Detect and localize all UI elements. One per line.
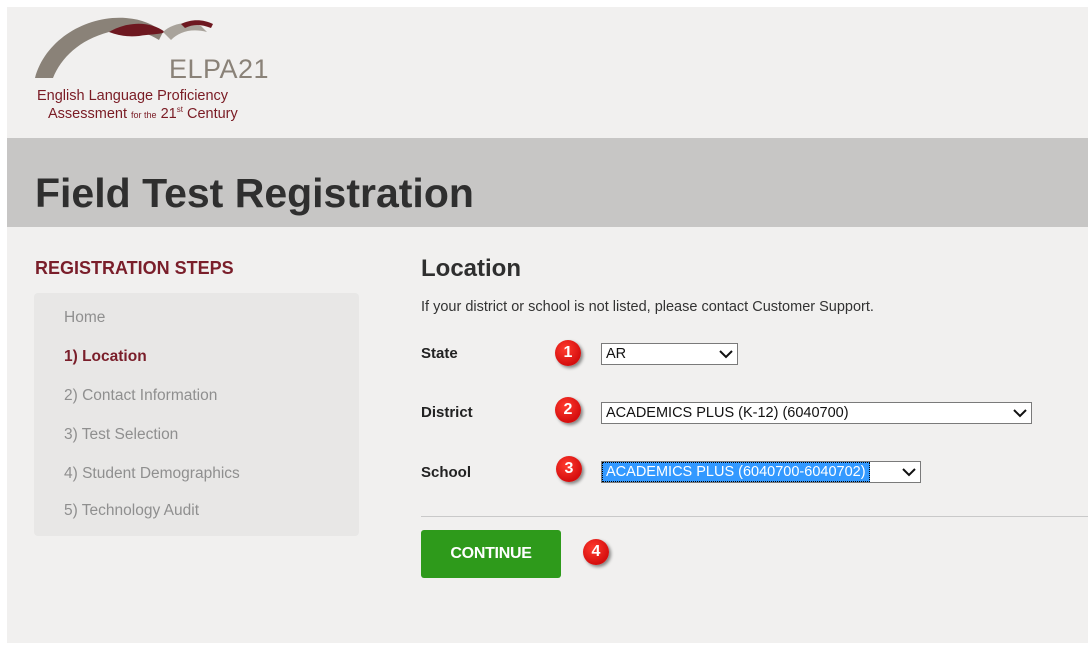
step-student-demographics[interactable]: 4) Student Demographics <box>64 465 240 483</box>
help-text: If your district or school is not listed… <box>421 299 874 315</box>
continue-button[interactable]: CONTINUE <box>421 530 561 578</box>
step-badge-2: 2 <box>555 397 581 423</box>
step-badge-3: 3 <box>556 456 582 482</box>
logo-tagline-line2: Assessment for the 21st Century <box>48 105 238 122</box>
district-select[interactable]: ACADEMICS PLUS (K-12) (6040700) <box>601 402 1032 424</box>
section-heading: Location <box>421 255 521 282</box>
registration-steps-heading: REGISTRATION STEPS <box>35 258 234 278</box>
district-label: District <box>421 404 473 421</box>
state-select[interactable]: AR <box>601 343 738 365</box>
school-select[interactable]: ACADEMICS PLUS (6040700-6040702) <box>601 461 921 483</box>
page-header: Field Test Registration <box>7 138 1088 227</box>
step-location[interactable]: 1) Location <box>64 348 147 366</box>
elpa21-logo: ELPA21 English Language Proficiency Asse… <box>31 10 291 128</box>
step-badge-4: 4 <box>583 539 609 565</box>
step-badge-1: 1 <box>555 340 581 366</box>
chevron-down-icon <box>902 468 916 477</box>
state-label: State <box>421 345 458 362</box>
logo-tagline-line1: English Language Proficiency <box>37 88 229 104</box>
district-select-value: ACADEMICS PLUS (K-12) (6040700) <box>606 405 849 421</box>
chevron-down-icon <box>1013 409 1027 418</box>
school-select-value: ACADEMICS PLUS (6040700-6040702) <box>602 462 870 482</box>
chevron-down-icon <box>719 350 733 359</box>
step-technology-audit[interactable]: 5) Technology Audit <box>64 502 199 520</box>
registration-steps-nav: Home 1) Location 2) Contact Information … <box>34 293 359 536</box>
step-test-selection[interactable]: 3) Test Selection <box>64 426 178 444</box>
page-title: Field Test Registration <box>35 170 474 216</box>
school-label: School <box>421 464 472 481</box>
state-select-value: AR <box>606 346 627 362</box>
step-home[interactable]: Home <box>64 309 105 327</box>
step-contact-information[interactable]: 2) Contact Information <box>64 387 217 405</box>
logo-wordmark: ELPA21 <box>169 54 270 84</box>
form-divider <box>421 516 1088 517</box>
